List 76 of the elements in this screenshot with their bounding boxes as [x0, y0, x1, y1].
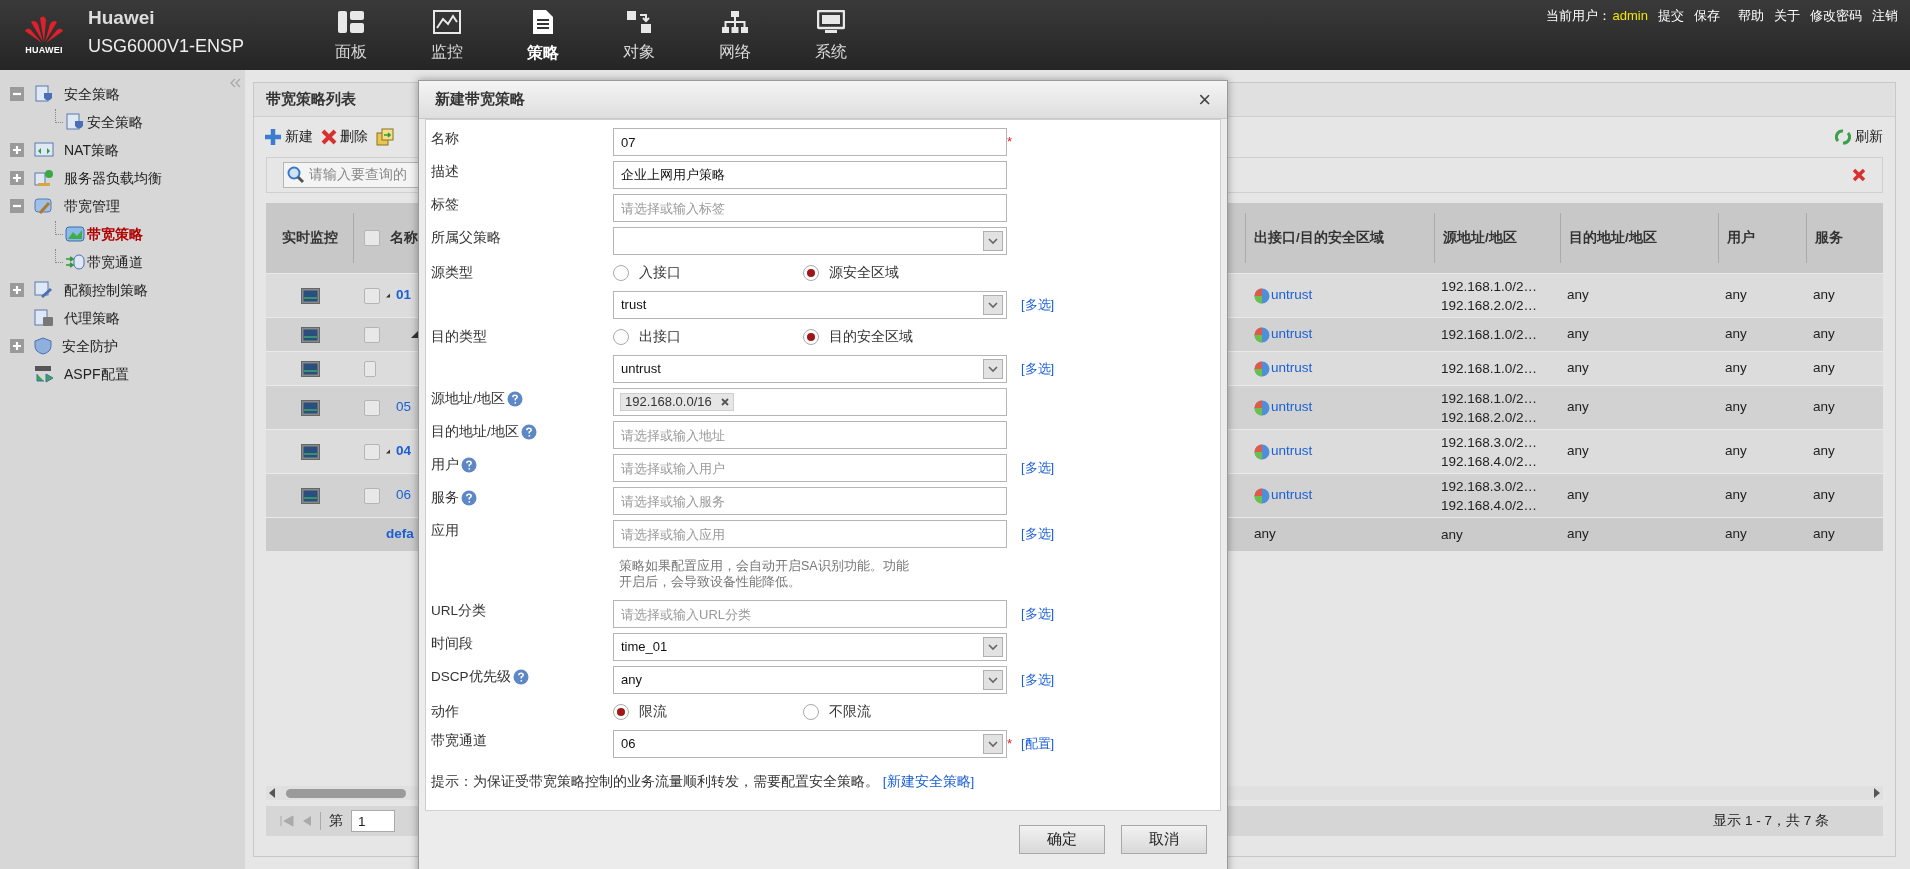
- table-cell-text: any: [1813, 325, 1835, 344]
- field-label: 应用: [431, 522, 459, 540]
- table-cell-text: any: [1813, 286, 1835, 305]
- table-cell-text: any: [1813, 486, 1835, 505]
- page-label: 第: [329, 811, 343, 830]
- table-cell-text: 192.168.4.0/2…: [1441, 452, 1539, 471]
- field-label: 动作: [431, 702, 459, 721]
- column-header: 源地址/地区: [1443, 228, 1517, 247]
- user-name: admin: [1612, 7, 1648, 25]
- pagination-summary: 显示 1 - 7，共 7 条: [1713, 811, 1829, 830]
- radio-label: 目的安全区域: [829, 327, 913, 346]
- radio-label: 不限流: [829, 702, 871, 721]
- field-label: 服务: [431, 489, 459, 507]
- required-mark: *: [1007, 133, 1013, 152]
- radio-label: 入接口: [639, 263, 681, 282]
- required-mark: *: [1007, 735, 1013, 754]
- field-label: 带宽通道: [431, 732, 487, 750]
- table-cell-text: any: [1567, 525, 1589, 544]
- field-label: 目的地址/地区: [431, 423, 519, 441]
- table-cell-text: any: [1725, 359, 1747, 378]
- table-cell-text: any: [1725, 325, 1747, 344]
- device-model: USG6000V1-ENSP: [88, 34, 246, 58]
- radio-label: 限流: [639, 702, 667, 721]
- table-cell-text: 192.168.3.0/2…: [1441, 477, 1539, 496]
- column-header: 目的地址/地区: [1569, 228, 1657, 247]
- hint-text: 提示：为保证受带宽策略控制的业务流量顺利转发，需要配置安全策略。 [新建安全策略]: [430, 773, 976, 791]
- table-cell-text: 192.168.1.0/2…: [1441, 277, 1539, 296]
- table-cell-text: any: [1813, 398, 1835, 417]
- table-cell-text: any: [1725, 286, 1747, 305]
- radio-label: 出接口: [639, 327, 681, 346]
- field-label: 源地址/地区: [431, 390, 505, 408]
- table-cell-text: any: [1813, 442, 1835, 461]
- field-label: 目的类型: [431, 327, 487, 346]
- radio-label: 源安全区域: [829, 263, 899, 282]
- field-label: URL分类: [431, 602, 486, 620]
- table-cell-text: 192.168.4.0/2…: [1441, 496, 1539, 515]
- table-cell-text: any: [1441, 526, 1464, 544]
- field-label: 描述: [431, 163, 459, 181]
- logo-text: HUAWEI: [25, 44, 63, 58]
- table-cell-text: any: [1567, 442, 1589, 461]
- column-header: 服务: [1815, 228, 1843, 247]
- table-cell-text: any: [1725, 525, 1747, 544]
- field-label: 时间段: [431, 635, 473, 653]
- field-label: 用户: [431, 456, 459, 474]
- table-cell-text: any: [1567, 486, 1589, 505]
- field-label: 名称: [431, 130, 459, 148]
- table-cell-text: any: [1567, 286, 1589, 305]
- table-cell-text: any: [1567, 325, 1589, 344]
- table-cell-text: 192.168.2.0/2…: [1441, 296, 1539, 315]
- table-cell-text: 192.168.1.0/2…: [1441, 389, 1539, 408]
- table-cell-text: any: [1254, 525, 1276, 544]
- address-tag: 192.168.0.0/16: [620, 393, 734, 411]
- user-label: 当前用户：: [1545, 7, 1611, 25]
- table-cell-text: 192.168.1.0/2…: [1441, 326, 1539, 344]
- field-label: 所属父策略: [431, 229, 501, 247]
- brand-name: Huawei: [88, 6, 156, 31]
- table-cell-text: any: [1813, 359, 1835, 378]
- field-label: DSCP优先级: [431, 668, 511, 686]
- field-label: 标签: [431, 196, 459, 214]
- table-cell-text: any: [1813, 525, 1835, 544]
- table-cell-text: any: [1725, 442, 1747, 461]
- column-header: 名称: [390, 228, 418, 247]
- dialog-title: 新建带宽策略: [435, 89, 525, 110]
- table-cell-text: any: [1725, 486, 1747, 505]
- column-header: 用户: [1727, 228, 1755, 247]
- column-header: 实时监控: [281, 228, 338, 247]
- table-cell-text: 192.168.3.0/2…: [1441, 433, 1539, 452]
- note-text: 策略如果配置应用，会自动开启SA识别功能。功能开启后，会导致设备性能降低。: [619, 558, 910, 590]
- table-cell-text: any: [1725, 398, 1747, 417]
- table-cell-text: 192.168.2.0/2…: [1441, 408, 1539, 427]
- table-cell-text: any: [1567, 359, 1589, 378]
- column-header: 出接口/目的安全区域: [1254, 228, 1384, 247]
- table-cell-text: 192.168.1.0/2…: [1441, 360, 1539, 378]
- table-cell-text: any: [1567, 398, 1589, 417]
- panel-title: 带宽策略列表: [266, 89, 356, 110]
- field-label: 源类型: [431, 263, 473, 282]
